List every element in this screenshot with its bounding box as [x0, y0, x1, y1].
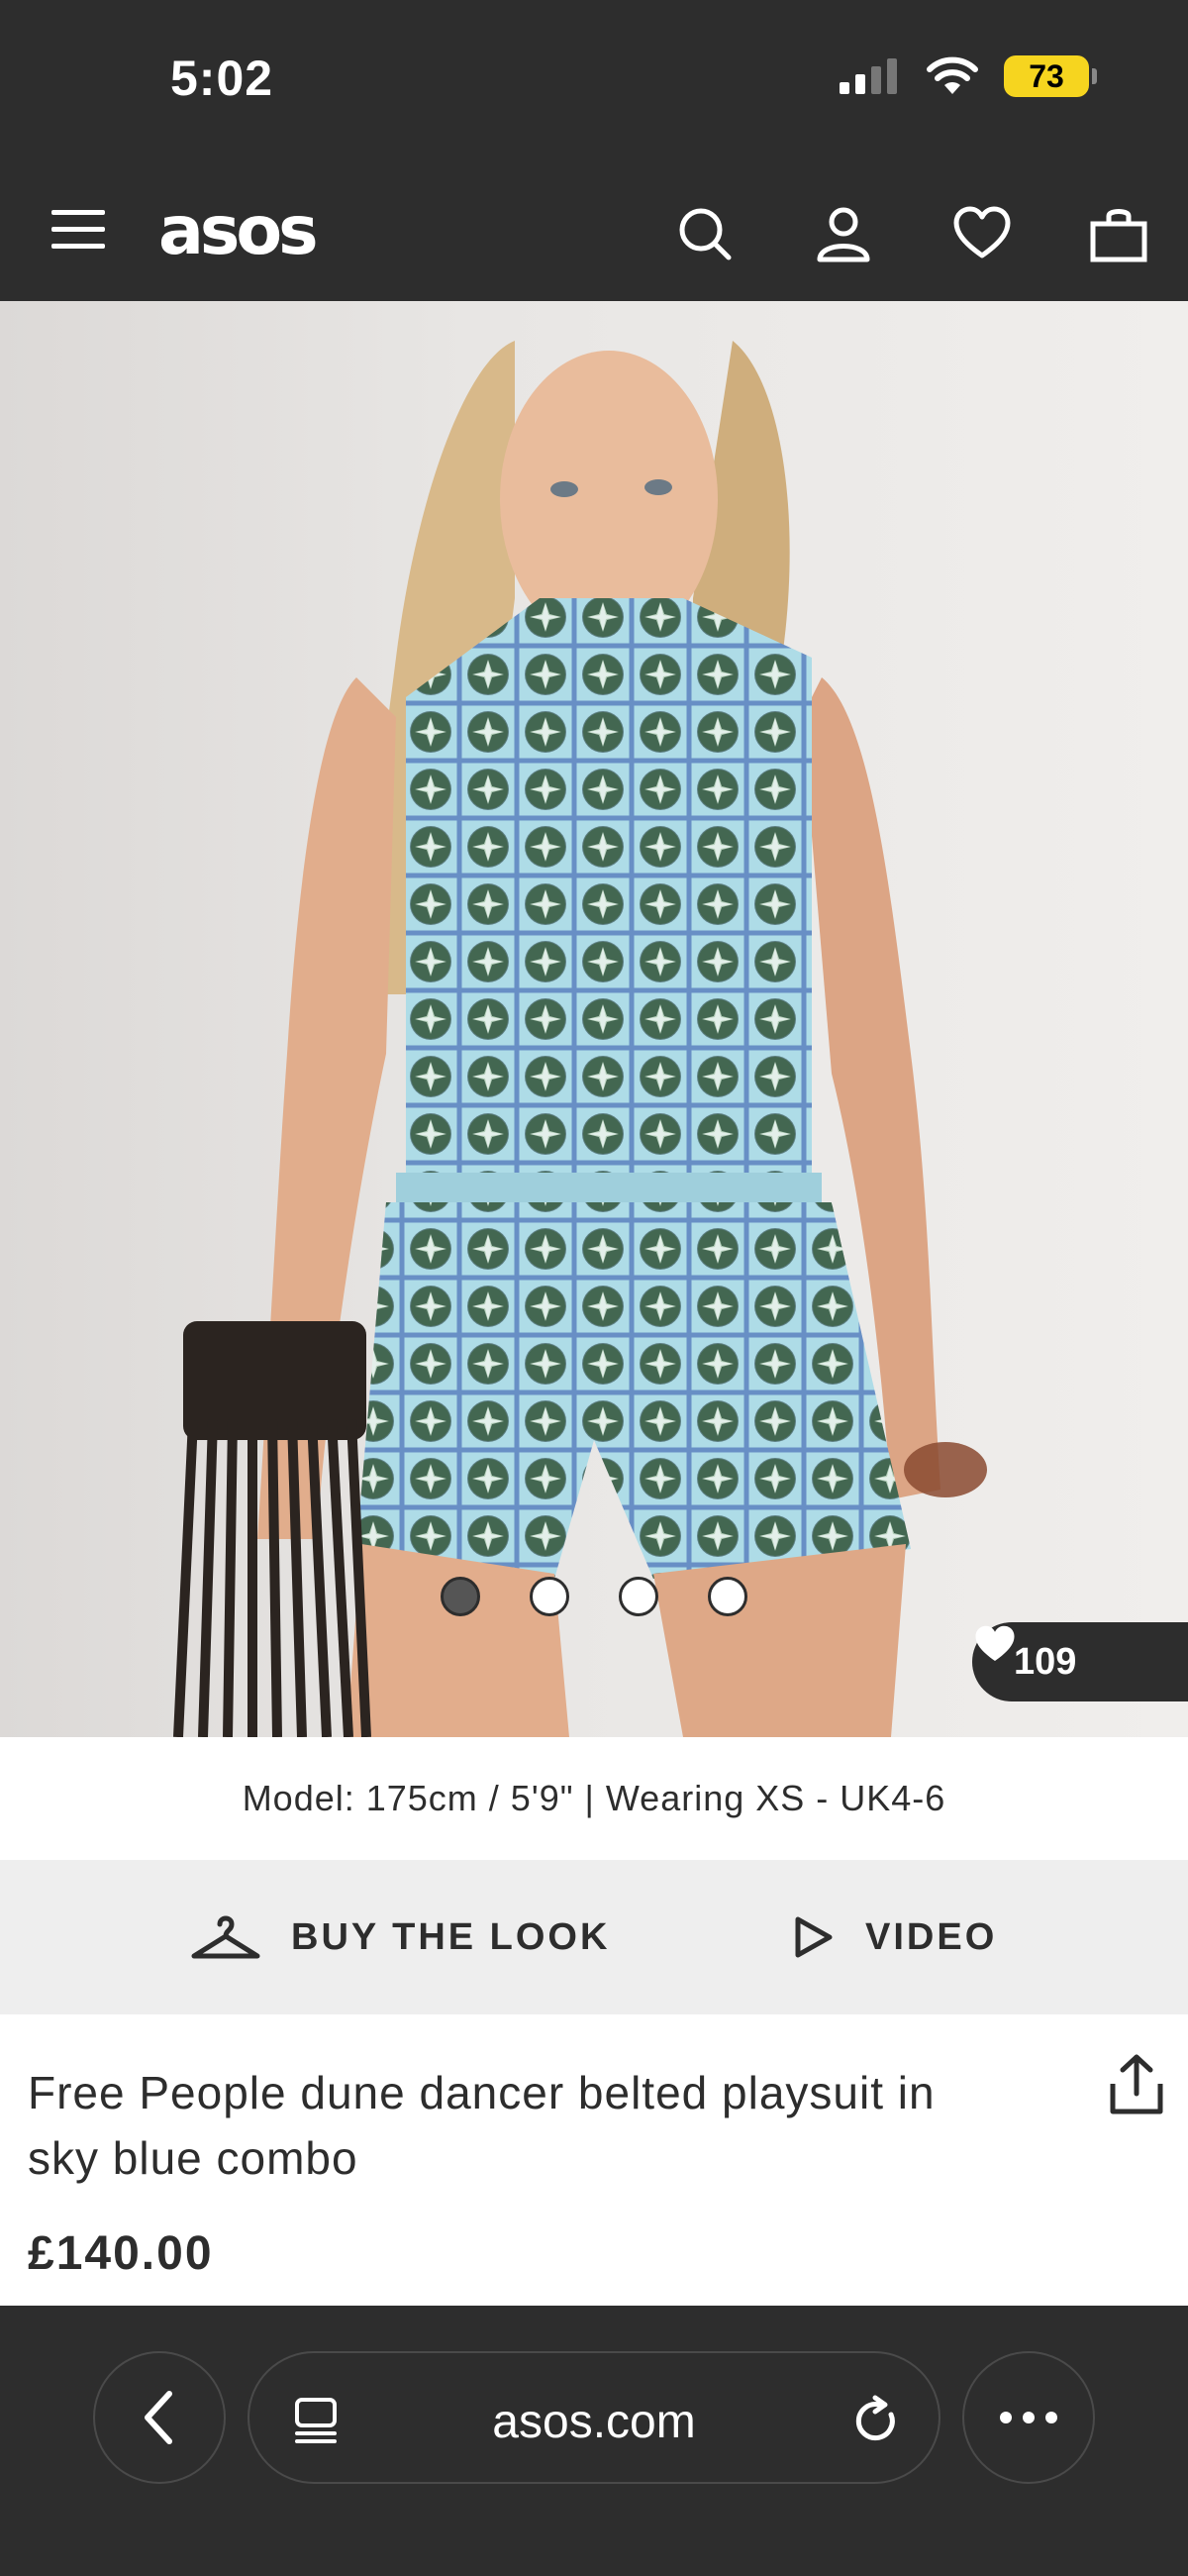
- product-title: Free People dune dancer belted playsuit …: [28, 2067, 936, 2184]
- search-icon[interactable]: [675, 204, 735, 263]
- gallery-dot-3[interactable]: [619, 1577, 658, 1616]
- status-bar: 5:02 73: [0, 0, 1188, 158]
- status-time: 5:02: [170, 51, 274, 106]
- heart-filled-icon: [975, 1625, 1015, 1661]
- address-bar[interactable]: asos.com: [248, 2351, 940, 2484]
- battery-level: 73: [1029, 57, 1064, 94]
- video-label: VIDEO: [865, 1915, 998, 1958]
- bag-icon[interactable]: [1089, 204, 1148, 263]
- app-header: asos: [0, 158, 1188, 301]
- url-text: asos.com: [492, 2396, 696, 2448]
- hanger-icon: [191, 1915, 260, 1959]
- wifi-icon: [927, 56, 978, 94]
- product-price: £140.00: [28, 2227, 214, 2280]
- video-button[interactable]: VIDEO: [792, 1860, 997, 2014]
- battery-indicator: 73: [1004, 55, 1097, 97]
- product-info: Free People dune dancer belted playsuit …: [0, 2014, 1188, 2306]
- likes-count: 109: [1014, 1640, 1077, 1683]
- more-options-button[interactable]: [962, 2351, 1095, 2484]
- asos-logo[interactable]: asos: [158, 192, 319, 270]
- more-horizontal-icon: [1000, 2412, 1057, 2423]
- browser-toolbar: asos.com: [0, 2306, 1188, 2576]
- reload-icon[interactable]: [851, 2395, 901, 2446]
- gallery-dot-2[interactable]: [530, 1577, 569, 1616]
- heart-icon[interactable]: [952, 204, 1012, 263]
- buy-the-look-button[interactable]: BUY THE LOOK: [190, 1860, 610, 2014]
- gallery-dot-1[interactable]: [441, 1577, 480, 1616]
- product-image-gallery[interactable]: 109: [0, 301, 1188, 1737]
- product-image: [173, 341, 987, 1737]
- menu-icon[interactable]: [51, 210, 105, 250]
- gallery-dot-4[interactable]: [708, 1577, 747, 1616]
- play-icon: [795, 1916, 833, 1958]
- signal-icon: [840, 58, 897, 94]
- actions-bar: BUY THE LOOK VIDEO: [0, 1860, 1188, 2014]
- model-info: Model: 175cm / 5'9" | Wearing XS - UK4-6: [0, 1737, 1188, 1860]
- account-icon[interactable]: [814, 204, 873, 263]
- buy-the-look-label: BUY THE LOOK: [291, 1915, 611, 1958]
- share-icon[interactable]: [1107, 2052, 1166, 2117]
- gallery-pagination: [0, 1577, 1188, 1616]
- status-icons: 73: [838, 55, 1097, 97]
- save-count-button[interactable]: 109: [972, 1622, 1188, 1701]
- chevron-left-icon: [145, 2391, 172, 2444]
- back-button[interactable]: [93, 2351, 226, 2484]
